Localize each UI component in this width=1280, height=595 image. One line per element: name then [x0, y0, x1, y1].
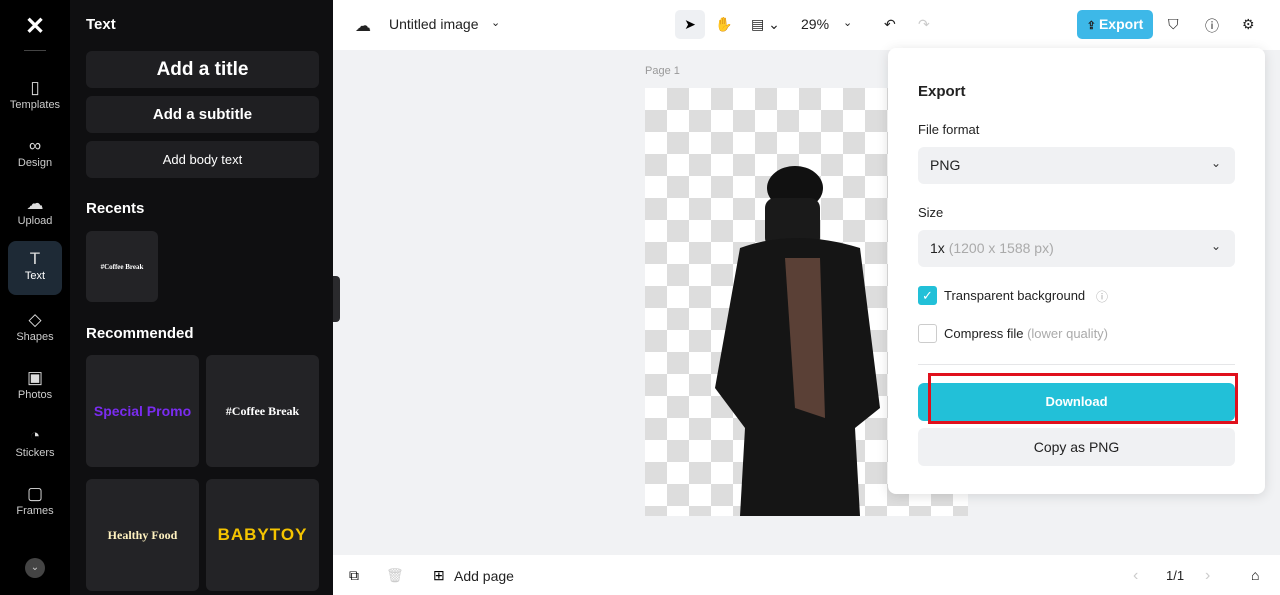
next-page-icon: › — [1205, 567, 1211, 584]
templates-icon: ▯ — [30, 78, 40, 97]
capcut-logo-icon[interactable]: ✕ — [20, 12, 50, 40]
recommended-heading: Recommended — [86, 325, 194, 342]
rail-item-design[interactable]: ∞ Design — [8, 128, 62, 182]
duplicate-page-icon[interactable]: ⧉ — [349, 567, 359, 584]
delete-page-icon: 🗑 — [386, 567, 404, 583]
export-button[interactable]: ⇪ Export — [1077, 10, 1153, 39]
rail-item-templates[interactable]: ▯ Templates — [8, 70, 62, 124]
compress-file-label: Compress file (lower quality) — [944, 326, 1109, 341]
shapes-icon: ◇ — [28, 310, 42, 329]
export-popover: Export File format PNG ⌄ Size 1x (1200 x … — [888, 48, 1265, 494]
document-title[interactable]: Untitled image — [389, 16, 479, 32]
divider — [918, 364, 1235, 365]
chevron-down-icon: ⌄ — [1210, 156, 1221, 170]
transparent-background-checkbox[interactable]: ✓ — [918, 286, 937, 305]
copy-as-png-button[interactable]: Copy as PNG — [918, 428, 1235, 466]
rail-item-shapes[interactable]: ◇ Shapes — [8, 302, 62, 356]
file-format-label: File format — [918, 122, 980, 137]
rail-item-photos[interactable]: ▣ Photos — [8, 360, 62, 414]
left-rail: ✕ ▯ Templates ∞ Design ☁ Upload T Text ◇ Shap… — [0, 0, 70, 595]
select-tool-icon[interactable]: ➤ — [675, 10, 705, 39]
previous-page-icon: ‹ — [1133, 567, 1139, 584]
design-icon: ∞ — [28, 136, 42, 155]
frames-icon: ▢ — [26, 484, 44, 503]
panel-title: Text — [86, 16, 116, 33]
layout-icon[interactable]: ▤ ⌄ — [751, 16, 780, 33]
size-label: Size — [918, 205, 944, 220]
undo-icon[interactable]: ↶ — [884, 16, 896, 33]
pages-panel-icon[interactable]: ⌂ — [1251, 567, 1259, 583]
zoom-chevron-down-icon[interactable]: ⌄ — [843, 16, 852, 29]
add-body-text-button[interactable]: Add body text — [86, 141, 319, 178]
template-special-promo[interactable]: Special Promo — [86, 355, 199, 467]
page-counter: 1/1 — [1166, 568, 1185, 583]
stickers-icon: ◔ — [29, 426, 41, 445]
rail-item-frames[interactable]: ▢ Frames — [8, 476, 62, 530]
recents-heading: Recents — [86, 200, 145, 217]
photos-icon: ▣ — [26, 368, 44, 387]
cloud-save-icon[interactable]: ☁ — [355, 16, 371, 36]
rail-item-text[interactable]: T Text — [8, 241, 62, 295]
add-title-button[interactable]: Add a title — [86, 51, 319, 88]
info-icon[interactable]: ⓘ — [1096, 288, 1108, 305]
redo-icon: ↷ — [918, 16, 930, 32]
upload-icon: ☁ — [26, 194, 44, 213]
recent-template[interactable]: #Coffee Break — [86, 231, 158, 302]
add-page-icon[interactable]: ⊞ — [433, 567, 445, 584]
hand-tool-icon[interactable]: ✋ — [715, 16, 732, 33]
add-subtitle-button[interactable]: Add a subtitle — [86, 96, 319, 133]
rail-item-upload[interactable]: ☁ Upload — [8, 186, 62, 240]
template-coffee-break[interactable]: #Coffee Break — [206, 355, 319, 467]
text-icon: T — [29, 249, 41, 268]
export-title: Export — [918, 83, 966, 100]
chevron-down-icon: ⌄ — [1210, 239, 1221, 253]
bottom-bar: ⧉ 🗑 ⊞ Add page ‹ 1/1 › ⌂ — [333, 555, 1280, 595]
add-page-button[interactable]: Add page — [454, 568, 514, 584]
divider — [24, 50, 46, 51]
panel-collapse-handle[interactable] — [333, 276, 340, 322]
top-toolbar: ☁ Untitled image ⌄ ➤ ✋ ▤ ⌄ 29% ⌄ ↶ ↷ ⇪ E… — [333, 0, 1280, 50]
zoom-level[interactable]: 29% — [801, 16, 829, 32]
settings-gear-icon[interactable]: ⚙ — [1242, 16, 1255, 33]
export-icon: ⇪ — [1086, 20, 1099, 32]
text-panel: Text Add a title Add a subtitle Add body… — [70, 0, 333, 595]
template-healthy-food[interactable]: Healthy Food — [86, 479, 199, 591]
shield-icon[interactable]: ⛉ — [1168, 16, 1179, 33]
help-icon[interactable]: ⓘ — [1205, 16, 1219, 36]
page-label: Page 1 — [645, 65, 680, 77]
size-select[interactable]: 1x (1200 x 1588 px) ⌄ — [918, 230, 1235, 267]
more-chevron-down-icon[interactable]: ⌄ — [25, 558, 45, 578]
download-highlight-box — [928, 373, 1238, 424]
rail-item-stickers[interactable]: ◔ Stickers — [8, 418, 62, 472]
title-chevron-down-icon[interactable]: ⌄ — [491, 16, 500, 29]
transparent-background-label: Transparent background — [944, 288, 1086, 303]
file-format-select[interactable]: PNG ⌄ — [918, 147, 1235, 184]
template-babytoy[interactable]: BABYTOY — [206, 479, 319, 591]
compress-file-checkbox[interactable] — [918, 324, 937, 343]
